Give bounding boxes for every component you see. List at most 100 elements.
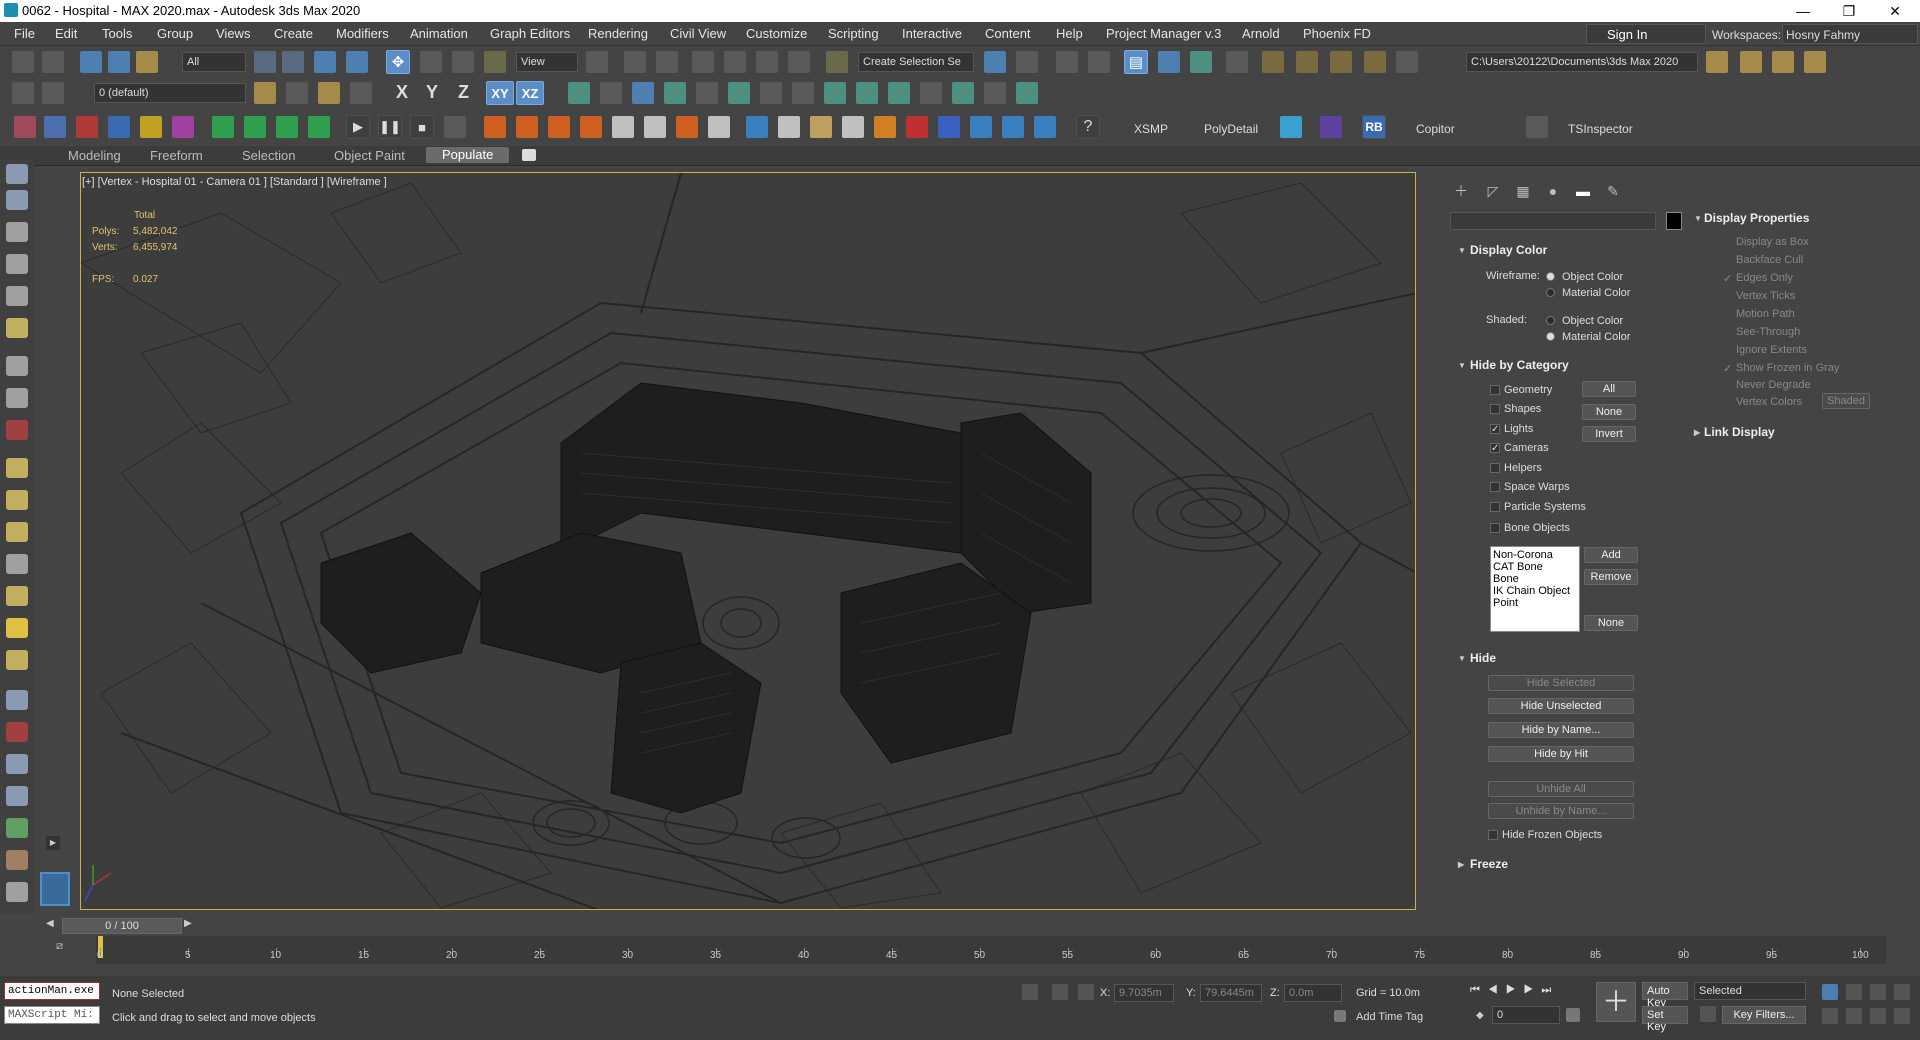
undo-icon[interactable] — [12, 51, 34, 73]
edit-named-selection-icon[interactable] — [826, 51, 848, 73]
motion-tab-icon[interactable]: ● — [1542, 180, 1564, 202]
menu-rendering[interactable]: Rendering — [588, 26, 648, 41]
list-item[interactable]: CAT Bone — [1493, 561, 1577, 573]
expand-tools-icon[interactable]: ▶ — [46, 836, 60, 850]
tree-icon[interactable] — [664, 82, 686, 104]
mirror-icon[interactable] — [984, 51, 1006, 73]
gear-icon[interactable] — [792, 82, 814, 104]
project-path-dropdown[interactable]: C:\Users\20122\Documents\3ds Max 2020 — [1466, 52, 1698, 72]
geometry-checkbox[interactable] — [1490, 385, 1500, 395]
tool-1-icon[interactable] — [6, 164, 28, 184]
edges-only-label[interactable]: Edges Only — [1736, 272, 1793, 284]
lock-selection-icon[interactable] — [1052, 984, 1068, 1000]
key-mode-icon[interactable]: ◆ — [1476, 1010, 1490, 1022]
plugin-1-icon[interactable] — [14, 116, 36, 138]
hide-by-category-rollout[interactable]: ▼ Hide by Category — [1452, 357, 1672, 375]
motion-path-label[interactable]: Motion Path — [1736, 308, 1795, 320]
maximize-button[interactable]: ❐ — [1826, 0, 1872, 22]
smoke-3-icon[interactable] — [708, 116, 730, 138]
save-folder-icon[interactable] — [1772, 51, 1794, 73]
maxscript-mini-field[interactable]: MAXScript Mi: — [4, 1006, 100, 1024]
liquid-6-icon[interactable] — [906, 116, 928, 138]
scale-icon[interactable] — [452, 51, 474, 73]
orbit-icon[interactable] — [1870, 1008, 1886, 1024]
menu-create[interactable]: Create — [274, 26, 313, 41]
link-icon[interactable] — [80, 51, 102, 73]
helpers-checkbox[interactable] — [1490, 463, 1500, 473]
plugin-3-icon[interactable] — [76, 116, 98, 138]
bulb-icon[interactable] — [1016, 82, 1038, 104]
liquid-2-icon[interactable] — [778, 116, 800, 138]
tab-selection[interactable]: Selection — [242, 148, 295, 163]
plugin-6-icon[interactable] — [172, 116, 194, 138]
spinner-snap-icon[interactable] — [788, 51, 810, 73]
grid-icon[interactable] — [696, 82, 718, 104]
menu-project-manager[interactable]: Project Manager v.3 — [1106, 26, 1221, 41]
tool-9-icon[interactable] — [6, 420, 28, 440]
zoom-all-icon[interactable] — [1846, 984, 1862, 1000]
maximize-viewport-icon[interactable] — [1894, 1008, 1910, 1024]
tool-16-icon[interactable] — [6, 650, 28, 670]
angle-snap-icon[interactable] — [724, 51, 746, 73]
light-icon[interactable] — [600, 82, 622, 104]
viewport-layout-icon[interactable] — [40, 872, 70, 906]
layer-explorer-icon[interactable] — [1088, 51, 1110, 73]
key-filters-button[interactable]: Key Filters... — [1722, 1006, 1806, 1024]
menu-content[interactable]: Content — [985, 26, 1031, 41]
populate-icon[interactable] — [568, 82, 590, 104]
select-manipulate-icon[interactable] — [624, 51, 646, 73]
unlink-icon[interactable] — [108, 51, 130, 73]
brush-icon[interactable] — [728, 82, 750, 104]
show-frozen-gray-label[interactable]: Show Frozen in Gray — [1736, 362, 1839, 374]
render-production-icon[interactable] — [1330, 51, 1352, 73]
sign-in-dropdown[interactable]: Sign In — [1586, 24, 1706, 44]
tool-4-icon[interactable] — [6, 254, 28, 274]
minimize-button[interactable]: — — [1780, 0, 1826, 22]
axis-xz-button[interactable]: XZ — [516, 81, 544, 105]
tool-13-icon[interactable] — [6, 554, 28, 574]
category-none-button[interactable]: None — [1582, 404, 1636, 420]
create-layer-icon[interactable] — [254, 82, 276, 104]
menu-animation[interactable]: Animation — [410, 26, 468, 41]
close-button[interactable]: ✕ — [1872, 0, 1918, 22]
frame-icon[interactable] — [856, 82, 878, 104]
vertex-ticks-label[interactable]: Vertex Ticks — [1736, 290, 1795, 302]
create-tab-icon[interactable]: ＋ — [1450, 180, 1472, 202]
never-degrade-label[interactable]: Never Degrade — [1736, 379, 1811, 391]
z-coord-field[interactable]: 0.0m — [1284, 984, 1342, 1002]
category-all-button[interactable]: All — [1582, 381, 1636, 397]
hide-by-name-button[interactable]: Hide by Name... — [1488, 722, 1634, 738]
add-to-layer-icon[interactable] — [286, 82, 308, 104]
menu-phoenix-fd[interactable]: Phoenix FD — [1303, 26, 1371, 41]
tsinspector-button[interactable]: TSInspector — [1568, 122, 1633, 136]
liquid-10-icon[interactable] — [1034, 116, 1056, 138]
menu-group[interactable]: Group — [157, 26, 193, 41]
set-key-big-button[interactable]: ＋ — [1596, 982, 1636, 1022]
placement-icon[interactable] — [484, 51, 506, 73]
plugin-10-icon[interactable] — [308, 116, 330, 138]
backface-cull-label[interactable]: Backface Cull — [1736, 254, 1803, 266]
liquid-3-icon[interactable] — [810, 116, 832, 138]
display-properties-rollout[interactable]: ▼ Display Properties — [1688, 210, 1914, 228]
reference-coord-dropdown[interactable]: View — [516, 52, 578, 72]
zoom-icon[interactable] — [1822, 984, 1838, 1000]
key-filter-dropdown[interactable]: Selected — [1694, 982, 1806, 1000]
viewport-label[interactable]: [+] [Vertex - Hospital 01 - Camera 01 ] … — [82, 176, 387, 188]
object-name-field[interactable] — [1450, 212, 1656, 230]
play-icon[interactable]: ▶ — [346, 115, 370, 139]
menu-interactive[interactable]: Interactive — [902, 26, 962, 41]
particle-systems-checkbox[interactable] — [1490, 502, 1500, 512]
liquid-5-icon[interactable] — [874, 116, 896, 138]
menu-tools[interactable]: Tools — [102, 26, 132, 41]
shapes-checkbox[interactable] — [1490, 404, 1500, 414]
cameras-checkbox[interactable]: ✓ — [1490, 443, 1500, 454]
rb-button[interactable]: RB — [1362, 115, 1386, 139]
pivot-center-icon[interactable] — [586, 51, 608, 73]
hide-rollout[interactable]: ▼ Hide — [1452, 650, 1672, 668]
unhide-all-button[interactable]: Unhide All — [1488, 781, 1634, 797]
viewport[interactable] — [80, 172, 1416, 910]
category-add-button[interactable]: Add — [1584, 547, 1638, 563]
smoke-2-icon[interactable] — [644, 116, 666, 138]
keyboard-shortcut-icon[interactable] — [656, 51, 678, 73]
camera-icon[interactable] — [952, 82, 974, 104]
